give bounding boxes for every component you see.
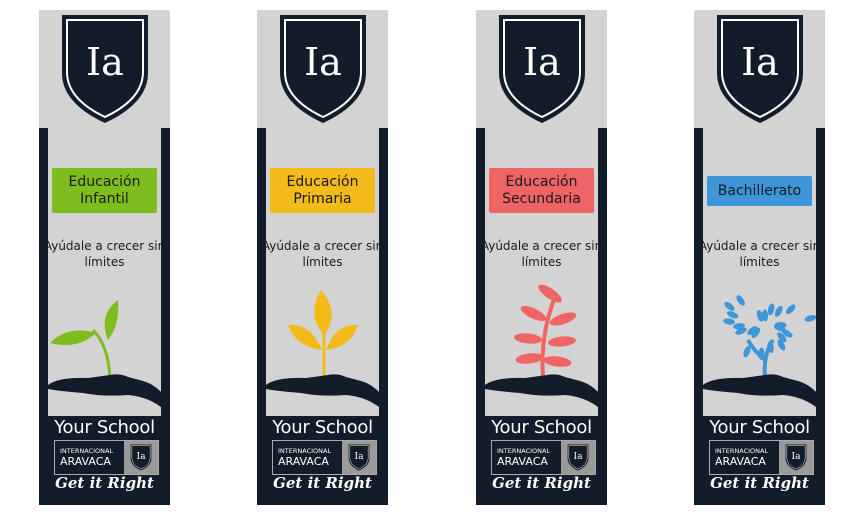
- banner-2: Ia Educación Primaria Ayúdale a crecer s…: [257, 10, 388, 505]
- mini-shield-icon: Ia: [124, 441, 158, 474]
- tagline: Ayúdale a crecer sin límites: [43, 239, 166, 269]
- shield-logo-icon: Ia: [715, 13, 805, 125]
- tagline: Ayúdale a crecer sin límites: [261, 239, 384, 269]
- svg-text:Ia: Ia: [573, 451, 583, 462]
- school-logo: INTERNACIONAL ARAVACA Ia: [272, 440, 377, 475]
- mini-shield-icon: Ia: [342, 441, 376, 474]
- hand-icon: [485, 374, 607, 415]
- level-label: Educación Primaria: [270, 168, 375, 213]
- svg-text:Ia: Ia: [791, 451, 801, 462]
- your-school-text: Your School: [491, 417, 592, 438]
- hand-icon: [266, 374, 388, 415]
- svg-text:Ia: Ia: [304, 40, 342, 84]
- svg-text:Ia: Ia: [741, 40, 779, 84]
- level-label: Bachillerato: [707, 176, 812, 206]
- mini-shield-icon: Ia: [561, 441, 595, 474]
- logo-small-text: INTERNACIONAL: [715, 447, 769, 455]
- slogan: Get it Right: [55, 474, 154, 492]
- banner-4: Ia Bachillerato Ayúdale a crecer sin lím…: [694, 10, 825, 505]
- logo-small-text: INTERNACIONAL: [60, 447, 114, 455]
- svg-text:Ia: Ia: [354, 451, 364, 462]
- shield-logo-icon: Ia: [278, 13, 368, 125]
- logo-big-text: ARAVACA: [60, 455, 111, 468]
- shield-logo-icon: Ia: [497, 13, 587, 125]
- school-logo: INTERNACIONAL ARAVACA Ia: [54, 440, 159, 475]
- shield-logo-icon: Ia: [60, 13, 150, 125]
- slogan: Get it Right: [492, 474, 591, 492]
- slogan: Get it Right: [273, 474, 372, 492]
- plant-icon: [485, 285, 607, 415]
- level-label: Educación Infantil: [52, 168, 157, 213]
- slogan: Get it Right: [710, 474, 809, 492]
- sprout-icon: [48, 300, 170, 415]
- logo-small-text: INTERNACIONAL: [278, 447, 332, 455]
- your-school-text: Your School: [54, 417, 155, 438]
- level-label: Educación Secundaria: [489, 168, 594, 213]
- svg-text:Ia: Ia: [136, 451, 146, 462]
- svg-text:Ia: Ia: [86, 40, 124, 84]
- seedling-icon: [266, 290, 388, 415]
- school-logo: INTERNACIONAL ARAVACA Ia: [709, 440, 814, 475]
- svg-text:Ia: Ia: [523, 40, 561, 84]
- hand-icon: [48, 374, 170, 415]
- logo-big-text: ARAVACA: [497, 455, 548, 468]
- tagline: Ayúdale a crecer sin límites: [698, 239, 821, 269]
- banner-3: Ia Educación Secundaria Ayúdale a crecer…: [476, 10, 607, 505]
- hand-icon: [703, 374, 825, 415]
- tagline: Ayúdale a crecer sin límites: [480, 239, 603, 269]
- logo-big-text: ARAVACA: [715, 455, 766, 468]
- logo-small-text: INTERNACIONAL: [497, 447, 551, 455]
- your-school-text: Your School: [709, 417, 810, 438]
- school-logo: INTERNACIONAL ARAVACA Ia: [491, 440, 596, 475]
- mini-shield-icon: Ia: [779, 441, 813, 474]
- tree-icon: [703, 295, 825, 415]
- your-school-text: Your School: [272, 417, 373, 438]
- logo-big-text: ARAVACA: [278, 455, 329, 468]
- banner-1: Ia Educación Infantil Ayúdale a crecer s…: [39, 10, 170, 505]
